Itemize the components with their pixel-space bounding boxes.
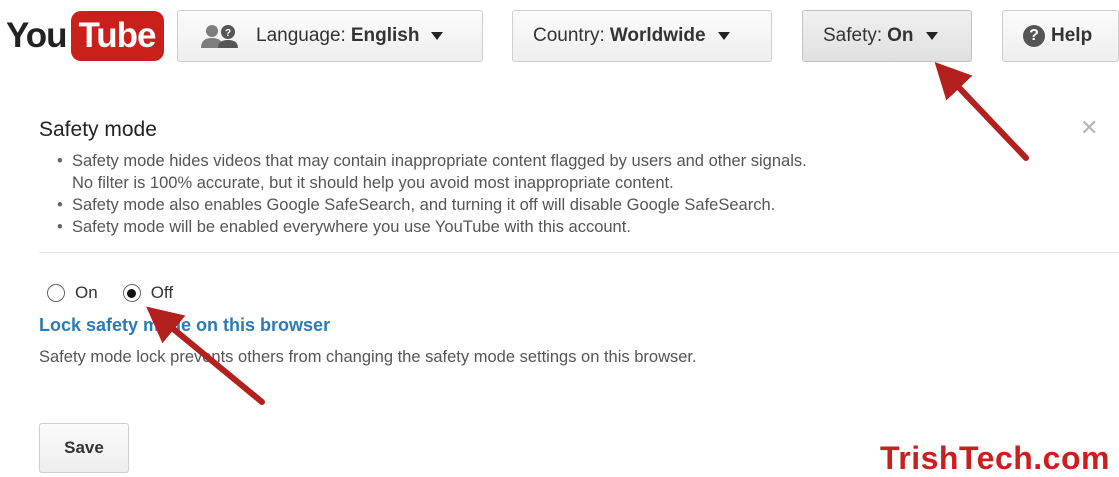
country-button[interactable]: Country: Worldwide (512, 10, 772, 62)
language-label: Language: (256, 25, 346, 46)
safety-info-list: Safety mode hides videos that may contai… (57, 150, 1017, 238)
list-item: No filter is 100% accurate, but it shoul… (72, 174, 674, 192)
help-icon: ? (1023, 25, 1045, 47)
safety-value: On (887, 25, 914, 46)
help-button[interactable]: ? Help (1002, 10, 1119, 62)
logo-you-text: You (6, 16, 68, 55)
radio-off[interactable] (122, 284, 141, 302)
radio-on[interactable] (47, 284, 65, 302)
country-label: Country: (533, 25, 605, 46)
language-value: English (350, 25, 420, 46)
list-item: Safety mode hides videos that may contai… (57, 150, 1017, 172)
svg-text:?: ? (225, 28, 231, 39)
annotation-arrow-safety (934, 61, 1029, 161)
lock-description: Safety mode lock prevents others from ch… (39, 348, 697, 366)
radio-off-label[interactable]: Off (151, 283, 173, 303)
country-value: Worldwide (609, 25, 706, 46)
divider (39, 252, 1119, 253)
safety-label: Safety: (823, 25, 883, 46)
list-item: Safety mode also enables Google SafeSear… (57, 194, 1017, 216)
logo-tube-text: Tube (70, 11, 164, 61)
people-icon: ? (201, 25, 238, 48)
safety-button[interactable]: Safety: On (802, 10, 972, 62)
language-button[interactable]: ? Language: English (177, 10, 483, 62)
safety-radio-group: On Off (47, 283, 173, 303)
lock-safety-mode-link[interactable]: Lock safety mode on this browser (39, 315, 330, 336)
panel-title: Safety mode (39, 118, 157, 141)
close-icon[interactable]: ✕ (1080, 115, 1098, 141)
radio-on-label[interactable]: On (75, 283, 98, 303)
caret-down-icon (717, 32, 730, 40)
watermark: TrishTech.com (880, 440, 1110, 476)
caret-down-icon (925, 32, 938, 40)
caret-down-icon (431, 32, 444, 40)
help-label: Help (1051, 25, 1093, 46)
youtube-logo[interactable]: You Tube (6, 10, 164, 62)
list-item: Safety mode will be enabled everywhere y… (57, 216, 1017, 238)
save-button[interactable]: Save (39, 423, 129, 473)
